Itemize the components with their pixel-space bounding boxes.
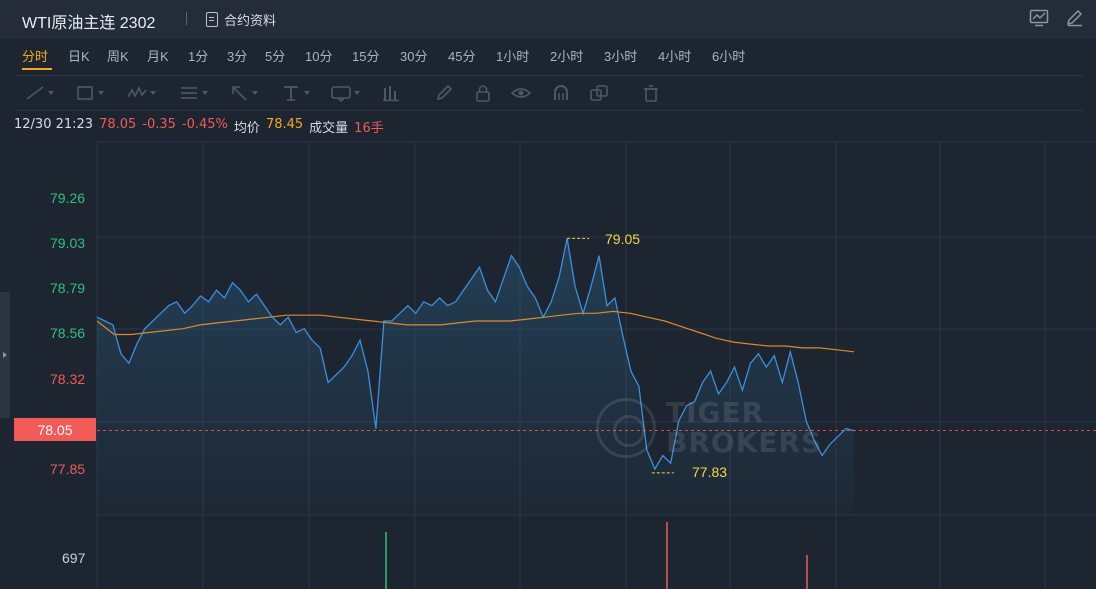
quote-datetime: 12/30 21:23 — [14, 117, 94, 132]
label-tool-icon[interactable] — [330, 83, 360, 103]
avg-price-value: 78.45 — [265, 117, 304, 132]
arrow-tool-icon[interactable] — [228, 83, 258, 103]
price-area-fill — [97, 238, 854, 515]
tab-10min[interactable]: 10分 — [305, 46, 332, 65]
quote-price: 78.05 — [99, 117, 137, 132]
y-tick-label: 79.26 — [50, 190, 86, 206]
y-tick-label: 78.32 — [50, 371, 86, 387]
tab-1min[interactable]: 1分 — [188, 46, 208, 65]
y-tick-label: 79.03 — [50, 235, 86, 251]
tab-1hour[interactable]: 1小时 — [496, 46, 529, 65]
eye-icon[interactable] — [510, 83, 532, 103]
price-chart[interactable]: TIGER BROKERS — [0, 140, 1096, 589]
contract-info-button[interactable]: 合约资料 — [206, 9, 276, 29]
quote-change-pct: -0.45% — [181, 117, 228, 132]
watermark-text: TIGER BROKERS — [666, 398, 822, 458]
intraday-chart-svg — [96, 141, 1096, 589]
quote-info-line: 12/30 21:23 78.05 -0.35 -0.45% 均价 78.45 … — [14, 117, 384, 136]
drawing-toolbar — [14, 75, 1084, 111]
contract-info-label: 合约资料 — [224, 13, 277, 29]
measure-tool-icon[interactable] — [380, 83, 402, 103]
volume-axis-label: 697 — [62, 550, 86, 566]
lock-icon[interactable] — [472, 83, 494, 103]
active-tab-indicator — [22, 68, 52, 70]
edit-icon[interactable] — [1065, 9, 1085, 27]
tab-45min[interactable]: 45分 — [448, 46, 475, 65]
document-icon — [206, 11, 218, 27]
watermark-line1: TIGER — [666, 396, 765, 429]
fibonacci-tool-icon[interactable] — [178, 83, 208, 103]
y-tick-label: 78.56 — [50, 325, 86, 341]
chart-settings-icon[interactable] — [1029, 9, 1049, 27]
clone-icon[interactable] — [588, 83, 610, 103]
tab-weekly[interactable]: 周K — [107, 46, 129, 65]
tiger-logo-icon — [596, 398, 656, 458]
tab-monthly[interactable]: 月K — [147, 46, 169, 65]
tiger-brokers-watermark: TIGER BROKERS — [596, 398, 822, 458]
timeframe-tabs: 分时 日K 周K 月K 1分 3分 5分 10分 15分 30分 45分 1小时… — [0, 38, 1096, 72]
trash-icon[interactable] — [640, 83, 662, 103]
tab-6hour[interactable]: 6小时 — [712, 46, 745, 65]
tab-3hour[interactable]: 3小时 — [604, 46, 637, 65]
rectangle-tool-icon[interactable] — [74, 83, 104, 103]
tab-daily[interactable]: 日K — [68, 46, 90, 65]
high-annotation: 79.05 — [605, 231, 641, 247]
header-bar: WTI原油主连 2302 合约资料 — [0, 0, 1096, 38]
volume-label: 成交量 — [309, 121, 349, 136]
avg-price-label: 均价 — [233, 121, 260, 136]
volume-value: 16手 — [354, 121, 384, 136]
tab-5min[interactable]: 5分 — [265, 46, 285, 65]
tab-2hour[interactable]: 2小时 — [550, 46, 583, 65]
wave-tool-icon[interactable] — [126, 83, 156, 103]
current-price-tag: 78.05 — [14, 418, 96, 441]
tab-timeshare[interactable]: 分时 — [22, 46, 48, 65]
tab-3min[interactable]: 3分 — [227, 46, 247, 65]
title-divider — [186, 12, 187, 25]
quote-change: -0.35 — [142, 117, 176, 132]
y-tick-label: 78.79 — [50, 280, 86, 296]
tab-15min[interactable]: 15分 — [352, 46, 379, 65]
line-tool-icon[interactable] — [24, 83, 54, 103]
magnet-icon[interactable] — [550, 83, 572, 103]
instrument-title: WTI原油主连 2302 — [22, 15, 156, 32]
y-tick-label: 77.85 — [50, 461, 86, 477]
tab-4hour[interactable]: 4小时 — [658, 46, 691, 65]
low-annotation: 77.83 — [692, 464, 728, 480]
text-tool-icon[interactable] — [280, 83, 310, 103]
pencil-icon[interactable] — [434, 83, 456, 103]
watermark-line2: BROKERS — [666, 426, 823, 459]
tab-30min[interactable]: 30分 — [400, 46, 427, 65]
